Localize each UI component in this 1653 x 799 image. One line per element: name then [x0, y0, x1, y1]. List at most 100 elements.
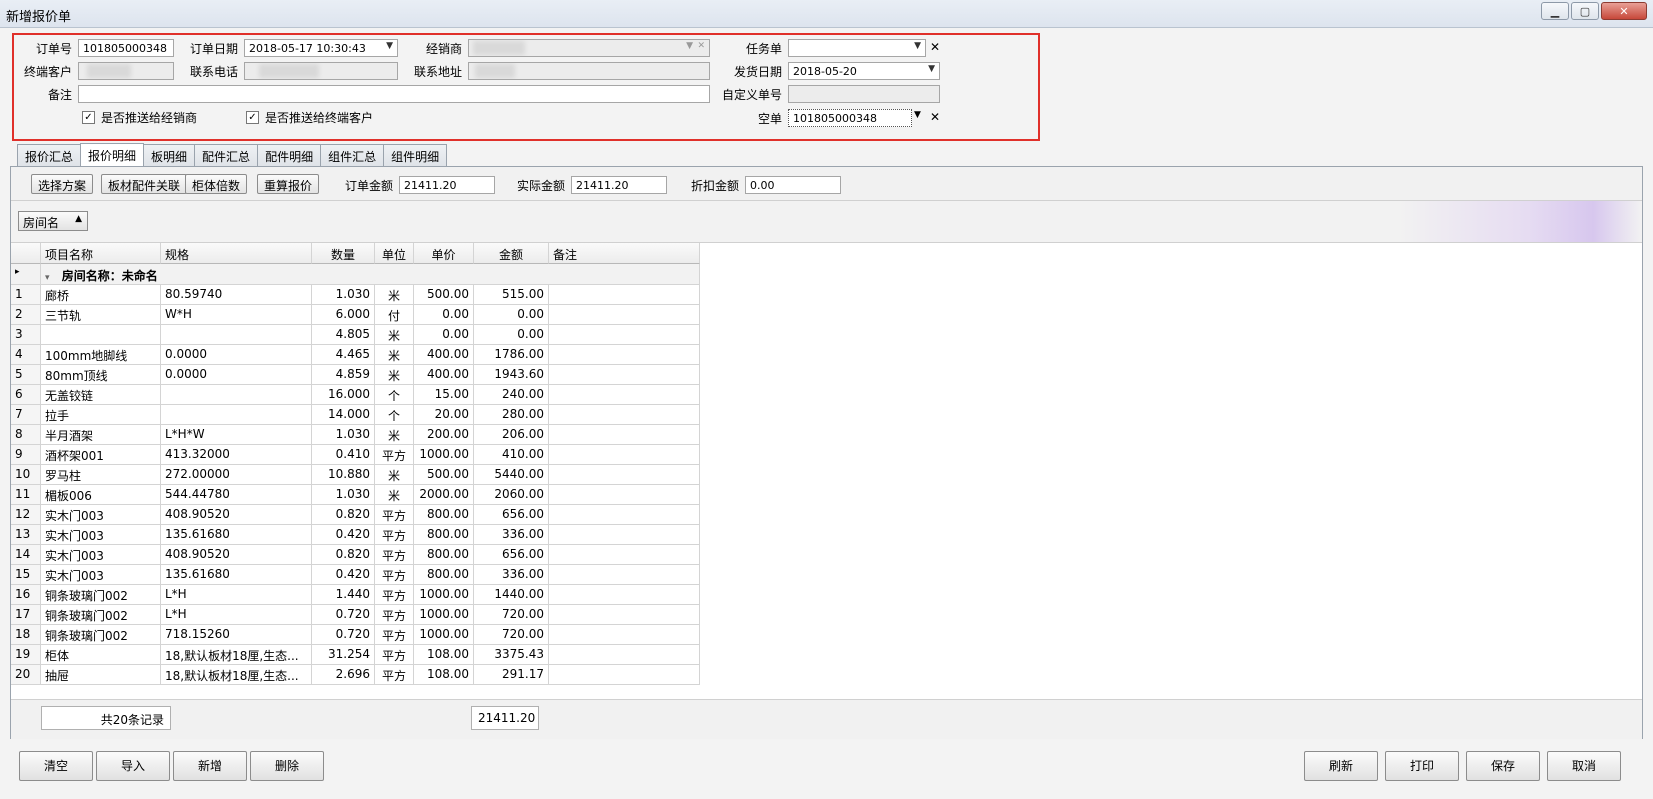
dealer-clear-icon[interactable]: ✕: [697, 41, 705, 51]
cell-unit[interactable]: 个: [375, 405, 414, 425]
cell-price[interactable]: 108.00: [414, 665, 474, 685]
cell-price[interactable]: 0.00: [414, 325, 474, 345]
delete-button[interactable]: 删除: [250, 751, 324, 781]
cell-name[interactable]: 实木门003: [41, 525, 161, 545]
cell-name[interactable]: 无盖铰链: [41, 385, 161, 405]
link-parts-button[interactable]: 板材配件关联: [101, 174, 188, 194]
table-row[interactable]: 7 拉手 14.000 个 20.00 280.00: [11, 405, 731, 425]
sort-ascending-icon[interactable]: ▲: [75, 214, 82, 224]
push-customer-checkbox[interactable]: ✓ 是否推送给终端客户: [246, 109, 373, 126]
maximize-button[interactable]: ▢: [1571, 2, 1599, 20]
cell-qty[interactable]: 0.420: [312, 565, 375, 585]
table-row[interactable]: 15 实木门003 135.61680 0.420 平方 800.00 336.00: [11, 565, 731, 585]
cell-spec[interactable]: 544.44780: [161, 485, 312, 505]
row-number[interactable]: 11: [11, 485, 41, 505]
cell-name[interactable]: 铜条玻璃门002: [41, 585, 161, 605]
table-row[interactable]: 4 100mm地脚线 0.0000 4.465 米 400.00 1786.00: [11, 345, 731, 365]
table-row[interactable]: 19 柜体 18,默认板材18厘,生态... 31.254 平方 108.00 3375.4…: [11, 645, 731, 665]
row-number[interactable]: 4: [11, 345, 41, 365]
cell-qty[interactable]: 4.859: [312, 365, 375, 385]
table-row[interactable]: 18 铜条玻璃门002 718.15260 0.720 平方 1000.00 720.00: [11, 625, 731, 645]
cell-qty[interactable]: 0.820: [312, 545, 375, 565]
row-number[interactable]: 7: [11, 405, 41, 425]
row-number[interactable]: 10: [11, 465, 41, 485]
cell-name[interactable]: 实木门003: [41, 565, 161, 585]
table-row[interactable]: 17 铜条玻璃门002 L*H 0.720 平方 1000.00 720.00: [11, 605, 731, 625]
discount-amount-field[interactable]: 0.00: [745, 176, 841, 194]
cell-spec[interactable]: 80.59740: [161, 285, 312, 305]
select-scheme-button[interactable]: 选择方案: [31, 174, 94, 194]
push-dealer-checkbox[interactable]: ✓ 是否推送给经销商: [82, 109, 197, 126]
cell-unit[interactable]: 平方: [375, 585, 414, 605]
order-date-dropdown-icon[interactable]: ▼: [386, 41, 393, 51]
cell-name[interactable]: 拉手: [41, 405, 161, 425]
cancel-button[interactable]: 取消: [1547, 751, 1621, 781]
cell-amount[interactable]: 720.00: [474, 625, 549, 645]
cell-spec[interactable]: 718.15260: [161, 625, 312, 645]
col-header-spec[interactable]: 规格: [161, 243, 312, 264]
cell-name[interactable]: 廊桥: [41, 285, 161, 305]
cell-amount[interactable]: 240.00: [474, 385, 549, 405]
actual-amount-field[interactable]: 21411.20: [571, 176, 667, 194]
cell-name[interactable]: 抽屉: [41, 665, 161, 685]
cell-remark[interactable]: [549, 325, 700, 345]
cell-unit[interactable]: 米: [375, 485, 414, 505]
cell-remark[interactable]: [549, 645, 700, 665]
ship-date-picker[interactable]: 2018-05-20 ▼: [788, 62, 940, 80]
cell-spec[interactable]: 135.61680: [161, 525, 312, 545]
cell-unit[interactable]: 付: [375, 305, 414, 325]
cell-spec[interactable]: 18,默认板材18厘,生态...: [161, 645, 312, 665]
empty-order-dropdown-icon[interactable]: ▼: [914, 110, 921, 120]
cell-amount[interactable]: 1943.60: [474, 365, 549, 385]
table-row[interactable]: 5 80mm顶线 0.0000 4.859 米 400.00 1943.60: [11, 365, 731, 385]
cell-remark[interactable]: [549, 545, 700, 565]
row-number[interactable]: 8: [11, 425, 41, 445]
row-number[interactable]: 12: [11, 505, 41, 525]
cell-unit[interactable]: 平方: [375, 645, 414, 665]
refresh-button[interactable]: 刷新: [1304, 751, 1378, 781]
cell-name[interactable]: 铜条玻璃门002: [41, 605, 161, 625]
cell-spec[interactable]: [161, 405, 312, 425]
cell-name[interactable]: 酒杯架001: [41, 445, 161, 465]
cell-price[interactable]: 1000.00: [414, 445, 474, 465]
add-button[interactable]: 新增: [173, 751, 247, 781]
col-header-price[interactable]: 单价: [414, 243, 474, 264]
cell-qty[interactable]: 0.410: [312, 445, 375, 465]
cell-amount[interactable]: 1786.00: [474, 345, 549, 365]
cell-remark[interactable]: [549, 445, 700, 465]
cell-qty[interactable]: 0.720: [312, 625, 375, 645]
cell-qty[interactable]: 16.000: [312, 385, 375, 405]
cell-spec[interactable]: 0.0000: [161, 345, 312, 365]
cell-qty[interactable]: 1.440: [312, 585, 375, 605]
order-amount-field[interactable]: 21411.20: [399, 176, 495, 194]
cell-amount[interactable]: 515.00: [474, 285, 549, 305]
phone-field[interactable]: [244, 62, 398, 80]
cell-remark[interactable]: [549, 625, 700, 645]
cell-spec[interactable]: L*H: [161, 605, 312, 625]
cell-qty[interactable]: 31.254: [312, 645, 375, 665]
cell-amount[interactable]: 291.17: [474, 665, 549, 685]
cell-qty[interactable]: 2.696: [312, 665, 375, 685]
cell-price[interactable]: 500.00: [414, 465, 474, 485]
cell-amount[interactable]: 656.00: [474, 545, 549, 565]
cell-unit[interactable]: 平方: [375, 525, 414, 545]
col-header-remark[interactable]: 备注: [549, 243, 700, 264]
table-row[interactable]: 12 实木门003 408.90520 0.820 平方 800.00 656.00: [11, 505, 731, 525]
cell-qty[interactable]: 1.030: [312, 285, 375, 305]
row-number[interactable]: 16: [11, 585, 41, 605]
col-header-name[interactable]: 项目名称: [41, 243, 161, 264]
cell-amount[interactable]: 410.00: [474, 445, 549, 465]
order-no-field[interactable]: 101805000348: [78, 39, 174, 57]
cell-unit[interactable]: 米: [375, 425, 414, 445]
task-clear-icon[interactable]: ✕: [930, 40, 940, 54]
cell-spec[interactable]: 272.00000: [161, 465, 312, 485]
address-field[interactable]: [468, 62, 710, 80]
cell-amount[interactable]: 0.00: [474, 305, 549, 325]
cell-amount[interactable]: 280.00: [474, 405, 549, 425]
group-collapse-icon[interactable]: ▾: [45, 273, 50, 283]
cell-remark[interactable]: [549, 565, 700, 585]
cell-unit[interactable]: 平方: [375, 505, 414, 525]
cell-remark[interactable]: [549, 285, 700, 305]
cell-spec[interactable]: 18,默认板材18厘,生态...: [161, 665, 312, 685]
cell-name[interactable]: 三节轨: [41, 305, 161, 325]
